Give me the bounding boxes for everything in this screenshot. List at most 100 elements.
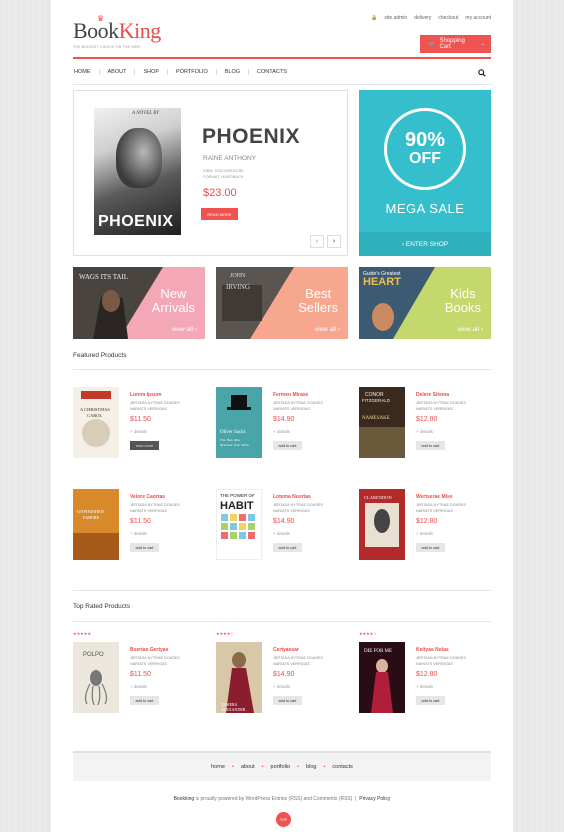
add-to-cart-button[interactable]: add to cart xyxy=(416,441,445,450)
product-desc: JERTASA NYTRAE DOASES NARIATS VERRIGAS xyxy=(130,503,180,513)
chevron-right-icon: › xyxy=(332,238,336,245)
product-price: $11.50 xyxy=(130,416,151,423)
banner-kids-books[interactable]: HEART Guide's Greatest Kids Books view al… xyxy=(359,267,491,339)
footer-link-portfolio[interactable]: portfolio xyxy=(271,764,291,770)
enter-shop-button[interactable]: › ENTER SHOP xyxy=(359,232,491,256)
nav-shop[interactable]: SHOP xyxy=(134,69,167,75)
product-cover[interactable]: CONOR FITZGERALD NAMESAKE xyxy=(359,387,405,458)
product-price: $12.80 xyxy=(416,518,438,525)
featured-divider xyxy=(73,369,491,370)
product-cover[interactable]: A CHRISTMAS CAROL xyxy=(73,387,119,458)
product-cover[interactable]: DIE FOR ME xyxy=(359,642,405,713)
nav-contacts[interactable]: CONTACTS xyxy=(248,69,295,75)
privacy-policy-link[interactable]: Privacy Policy xyxy=(359,796,390,802)
product-cover[interactable]: Oliver Sacks The Man Who Mistook His Wif… xyxy=(216,387,262,458)
details-link[interactable]: + details xyxy=(130,531,147,536)
nav-home[interactable]: HOME xyxy=(73,69,99,75)
footer-link-blog[interactable]: blog xyxy=(306,764,316,770)
details-link[interactable]: + details xyxy=(273,429,290,434)
product-price: $14.90 xyxy=(273,671,295,678)
add-to-cart-button[interactable]: add to cart xyxy=(130,696,159,705)
view-all-link[interactable]: view all › xyxy=(172,326,197,333)
copyright-brand[interactable]: Bookking xyxy=(174,796,195,802)
banner-new-line2: Arrivals xyxy=(151,300,195,315)
details-link[interactable]: + details xyxy=(273,531,290,536)
nav-blog[interactable]: BLOG xyxy=(215,69,248,75)
link-site-admin[interactable]: site admin xyxy=(384,15,407,21)
add-to-cart-button[interactable]: add to cart xyxy=(273,441,302,450)
details-link[interactable]: + details xyxy=(273,684,290,689)
product-card: DIE FOR ME Keityas Nolas JERTASA NYTRAE … xyxy=(359,642,499,717)
product-cover[interactable]: POLPO xyxy=(73,642,119,713)
footer-link-about[interactable]: about xyxy=(241,764,255,770)
svg-text:Guide's Greatest: Guide's Greatest xyxy=(363,271,401,277)
product-card: CLARENDON Wertserae Mise JERTASA NYTRAE … xyxy=(359,489,499,564)
copyright: Bookking is proudly powered by WordPress… xyxy=(51,796,513,802)
add-to-cart-button[interactable]: add to cart xyxy=(130,543,159,552)
search-icon[interactable] xyxy=(478,69,486,77)
slider-prev-button[interactable]: ‹ xyxy=(310,235,324,248)
hero-format: FORMAT: HARDBACK xyxy=(203,174,244,179)
hero-slider: A NOVEL BY PHOENIX PHOENIX RAINE ANTHONY… xyxy=(73,90,348,256)
cart-icon: 🛒 xyxy=(428,41,436,48)
add-to-cart-button[interactable]: add to cart xyxy=(416,543,445,552)
nav-about[interactable]: ABOUT xyxy=(98,69,135,75)
slider-next-button[interactable]: › xyxy=(327,235,341,248)
add-to-cart-button[interactable]: add to cart xyxy=(273,543,302,552)
details-link[interactable]: + details xyxy=(416,429,433,434)
banner-best-line2: Sellers xyxy=(298,300,338,315)
product-name[interactable]: Bsertas Gertyas xyxy=(130,647,168,653)
read-more-button[interactable]: read more xyxy=(130,441,159,450)
footer-link-contacts[interactable]: contacts xyxy=(332,764,352,770)
product-name[interactable]: Fermen Mirase xyxy=(273,392,308,398)
svg-text:POLPO: POLPO xyxy=(83,652,104,658)
link-my-account[interactable]: my account xyxy=(465,15,491,21)
shopping-cart-button[interactable]: 🛒 Shopping Cart ⌄ xyxy=(420,35,491,53)
view-all-label: view all xyxy=(457,326,480,333)
product-cover[interactable]: UNFINISHED EMPIRE xyxy=(73,489,119,560)
top-links: 🔒 site admin delivery checkout my accoun… xyxy=(371,15,491,21)
product-name[interactable]: Certyaesar xyxy=(273,647,299,653)
product-price: $12.80 xyxy=(416,416,438,423)
product-name[interactable]: Delere Sitema xyxy=(416,392,449,398)
product-name[interactable]: Keityas Nolas xyxy=(416,647,449,653)
details-link[interactable]: + details xyxy=(416,684,433,689)
product-cover[interactable]: THE POWER OF HABIT xyxy=(216,489,262,560)
logo-book: Book xyxy=(73,18,119,43)
logo[interactable]: ♛ BookKing THE BIGGEST CHOICE ON THE WEB xyxy=(73,14,162,49)
top-rated-divider xyxy=(73,621,491,622)
svg-text:A CHRISTMAS: A CHRISTMAS xyxy=(80,407,110,412)
mega-sale-banner[interactable]: 90% OFF MEGA SALE › ENTER SHOP xyxy=(359,90,491,256)
view-all-link[interactable]: view all › xyxy=(458,326,483,333)
view-all-link[interactable]: view all › xyxy=(315,326,340,333)
product-name[interactable]: Wertserae Mise xyxy=(416,494,453,500)
mega-sale-label: MEGA SALE xyxy=(385,201,465,216)
link-delivery[interactable]: delivery xyxy=(414,15,431,21)
add-to-cart-button[interactable]: add to cart xyxy=(273,696,302,705)
logo-king: King xyxy=(118,18,162,43)
nav-divider xyxy=(73,84,491,85)
details-link[interactable]: + details xyxy=(130,429,147,434)
hero-book-cover[interactable]: A NOVEL BY PHOENIX xyxy=(94,108,181,235)
product-name[interactable]: Velore Caortas xyxy=(130,494,165,500)
add-to-cart-button[interactable]: add to cart xyxy=(416,696,445,705)
details-link[interactable]: + details xyxy=(416,531,433,536)
product-price: $14.90 xyxy=(273,416,295,423)
back-to-top-button[interactable]: TOP xyxy=(276,812,291,827)
cover-novel-by: A NOVEL BY xyxy=(132,111,160,116)
nav-portfolio[interactable]: PORTFOLIO xyxy=(167,69,216,75)
product-name[interactable]: Lorem Ipsum xyxy=(130,392,161,398)
details-link[interactable]: + details xyxy=(130,684,147,689)
banner-new-arrivals[interactable]: WAGS ITS TAIL New Arrivals view all › xyxy=(73,267,205,339)
product-name[interactable]: Lotema Nusrtas xyxy=(273,494,311,500)
product-cover[interactable]: CLARENDON xyxy=(359,489,405,560)
link-checkout[interactable]: checkout xyxy=(438,15,458,21)
product-desc: JERTASA NYTRAE DOASES NARIATS VERRIGAS xyxy=(416,503,466,513)
cart-label: Shopping Cart xyxy=(439,38,465,50)
product-cover[interactable]: TAMERA ALEXANDER xyxy=(216,642,262,713)
banner-best-sellers[interactable]: JOHN IRVING Best Sellers view all › xyxy=(216,267,348,339)
read-more-button[interactable]: READ MORE xyxy=(201,208,238,220)
top-rated-title: Top Rated Products xyxy=(73,603,131,610)
product-desc: JERTASA NYTRAE DOASES NARIATS VERRIGAS xyxy=(416,401,466,411)
footer-link-home[interactable]: home xyxy=(211,764,225,770)
